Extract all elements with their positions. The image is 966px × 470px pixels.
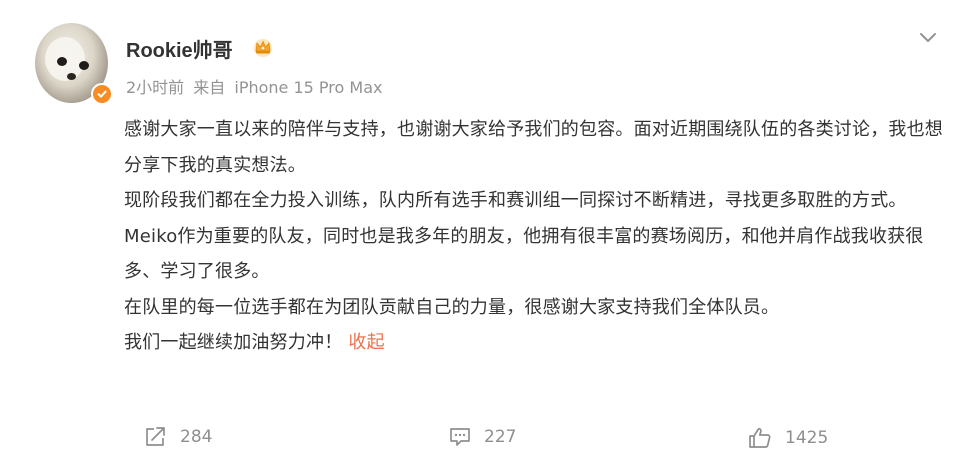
- post-paragraph: Meiko作为重要的队友，同时也是我多年的朋友，他拥有很丰富的赛场阅历，和他并肩…: [124, 225, 924, 283]
- comment-button[interactable]: 227: [448, 426, 516, 448]
- post-source-prefix: 来自: [193, 78, 226, 97]
- share-icon: [146, 427, 165, 446]
- share-button[interactable]: 284: [144, 426, 212, 448]
- post-time[interactable]: 2小时前: [126, 78, 184, 97]
- post-content: 感谢大家一直以来的陪伴与支持，也谢谢大家给予我们的包容。面对近期围绕队伍的各类讨…: [124, 112, 944, 361]
- like-count: 1425: [785, 428, 829, 448]
- thumbs-up-icon: [749, 428, 771, 448]
- verified-badge-icon: [91, 83, 113, 105]
- action-bar: 284 227 1425: [0, 420, 966, 460]
- weibo-post-card: Rookie帅哥 2小时前 来自 iPhone 15 Pro Max 感谢大家一…: [0, 0, 966, 470]
- author-name[interactable]: Rookie帅哥: [126, 34, 233, 63]
- post-meta: 2小时前 来自 iPhone 15 Pro Max: [126, 74, 386, 98]
- crown-icon: [254, 39, 272, 57]
- post-paragraph: 感谢大家一直以来的陪伴与支持，也谢谢大家给予我们的包容。面对近期围绕队伍的各类讨…: [124, 119, 943, 176]
- comment-icon: [450, 428, 470, 446]
- post-last-line-text: 我们一起继续加油努力冲！: [124, 332, 343, 353]
- like-button[interactable]: 1425: [747, 426, 828, 450]
- collapse-link[interactable]: 收起: [348, 332, 384, 353]
- post-last-line: 我们一起继续加油努力冲！ 收起: [124, 325, 944, 361]
- post-source: iPhone 15 Pro Max: [234, 78, 383, 97]
- post-paragraph: 在队里的每一位选手都在为团队贡献自己的力量，很感谢大家支持我们全体队员。: [124, 296, 780, 318]
- avatar[interactable]: [35, 23, 113, 105]
- chevron-down-icon[interactable]: [918, 31, 938, 45]
- post-paragraph: 现阶段我们都在全力投入训练，队内所有选手和赛训组一同探讨不断精进，寻找更多取胜的…: [124, 190, 907, 211]
- comment-count: 227: [484, 427, 517, 447]
- share-count: 284: [180, 427, 213, 447]
